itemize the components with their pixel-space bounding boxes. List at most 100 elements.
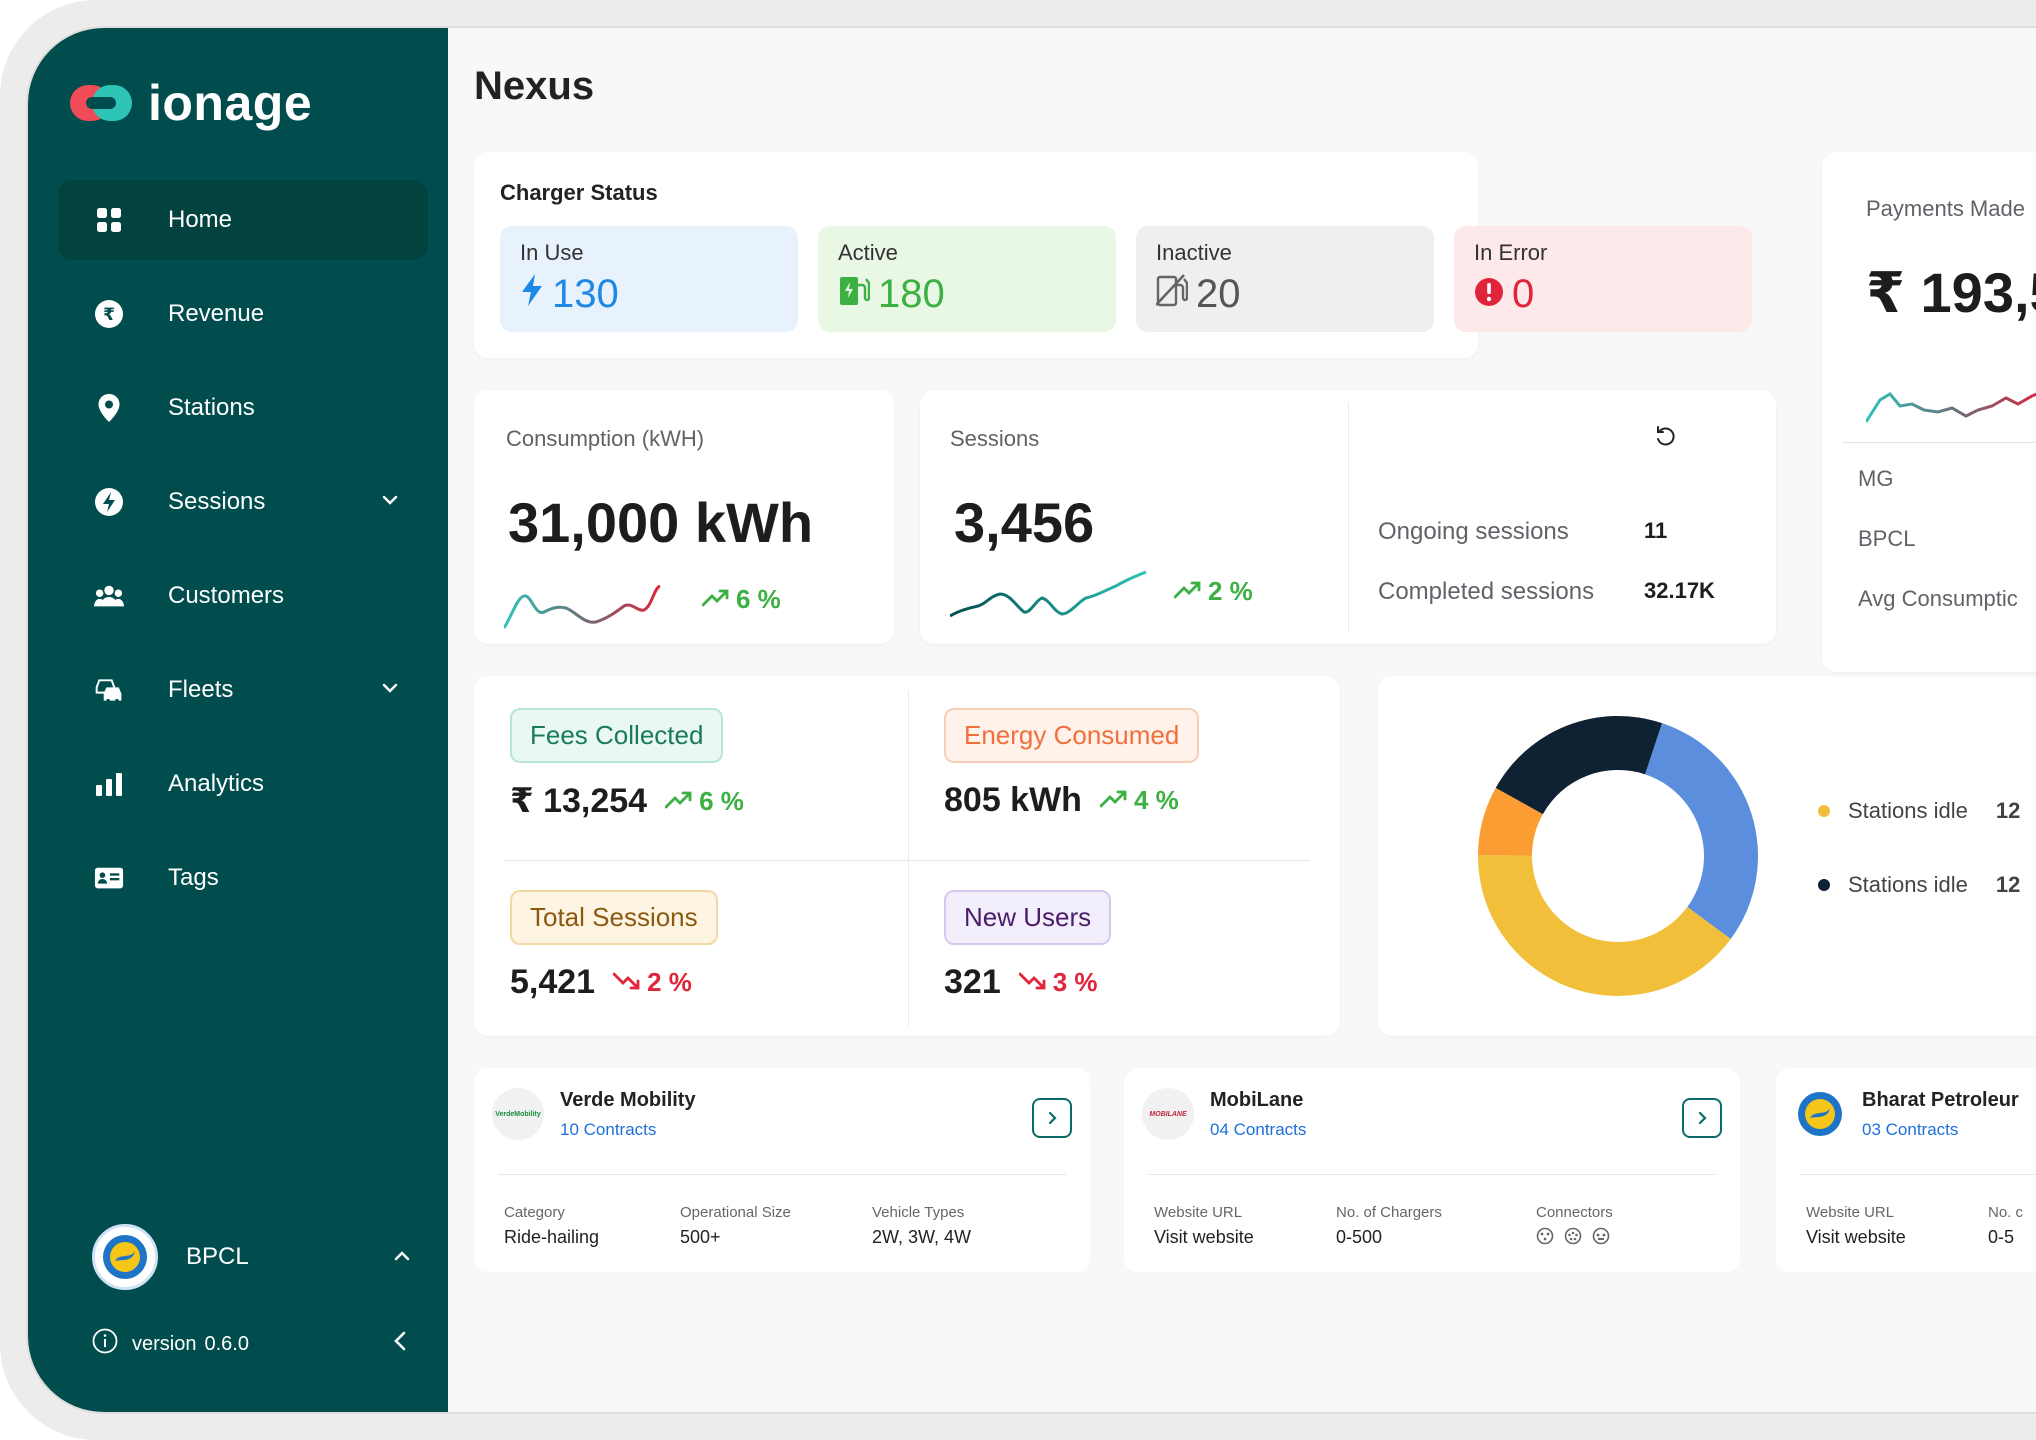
company-name: Verde Mobility [560, 1088, 696, 1111]
field-value: 0-5 [1988, 1227, 2015, 1247]
status-tile-inactive[interactable]: Inactive 20 [1136, 226, 1434, 332]
tile-value: 20 [1196, 272, 1241, 316]
legend-dot [1818, 879, 1830, 891]
connector-icons [1536, 1227, 1613, 1245]
tile-label: In Use [520, 240, 584, 265]
company-card-bharat-petroleum[interactable]: Bharat Petroleur 03 Contracts Website UR… [1776, 1068, 2036, 1272]
sidebar-item-home[interactable]: Home [58, 180, 428, 260]
card-title: Charger Status [500, 180, 658, 205]
trend-up-icon [1099, 785, 1128, 816]
kpi-label: Total Sessions [510, 890, 718, 945]
collapse-sidebar-icon[interactable] [390, 1330, 412, 1352]
sidebar-item-stations[interactable]: Stations [58, 368, 428, 448]
field-label: Operational Size [680, 1204, 791, 1221]
sidebar-item-label: Customers [168, 582, 285, 609]
payments-sparkline [1866, 392, 2036, 423]
field-label: No. c [1988, 1204, 2024, 1221]
website-link[interactable]: Visit website [1154, 1227, 1254, 1248]
grid-icon [94, 205, 124, 235]
chevron-down-icon[interactable] [380, 678, 400, 698]
main-content: Nexus Charger Status In Use 130 Active 1… [448, 28, 2036, 1412]
status-tile-in-error[interactable]: In Error 0 [1454, 226, 1752, 332]
kpi-trend: 2 % [612, 967, 692, 998]
kpi-fees-collected[interactable]: Fees Collected ₹ 13,254 6 % [510, 708, 744, 821]
ongoing-sessions-value: 11 [1644, 518, 1668, 543]
kpi-label: Energy Consumed [944, 708, 1200, 763]
card-title: Consumption (kWH) [506, 426, 705, 451]
kpi-trend: 6 % [664, 786, 744, 817]
kpi-energy-consumed[interactable]: Energy Consumed 805 kWh 4 % [944, 708, 1200, 820]
ongoing-sessions-label: Ongoing sessions [1378, 518, 1569, 545]
open-company-button[interactable] [1032, 1098, 1072, 1138]
kpi-value: ₹ 13,254 [510, 782, 648, 820]
sidebar-item-sessions[interactable]: Sessions [58, 462, 428, 542]
company-card-verde-mobility[interactable]: VerdeMobility Verde Mobility 10 Contract… [474, 1068, 1090, 1272]
donut-slice[interactable] [1645, 723, 1758, 939]
charger-status-card: Charger Status In Use 130 Active 180 Ina… [474, 152, 1494, 358]
payments-value: ₹ 193,5 [1866, 261, 2036, 324]
consumption-card: Consumption (kWH) 31,000 kWh 6 % [474, 390, 894, 644]
field-label: Category [504, 1204, 565, 1221]
sidebar-item-analytics[interactable]: Analytics [58, 744, 428, 824]
company-contracts-link[interactable]: 03 Contracts [1862, 1120, 2019, 1140]
station-status-card: Stations idle 12 Stations idle 12 [1378, 676, 2036, 1036]
trend-up-icon [701, 584, 730, 615]
ionage-logo-icon [68, 79, 134, 127]
field-value: 500+ [680, 1227, 721, 1247]
kpi-grid-card: Fees Collected ₹ 13,254 6 % Energy Consu… [474, 676, 1340, 1036]
cars-icon [94, 675, 124, 705]
sidebar-item-tags[interactable]: Tags [58, 838, 428, 918]
status-tile-in-use[interactable]: In Use 130 [500, 226, 798, 332]
tile-value: 130 [552, 272, 619, 316]
bolt-circle-icon [94, 487, 124, 517]
field-value: 0-500 [1336, 1227, 1383, 1247]
company-logo [1794, 1088, 1846, 1140]
company-logo: MOBILANE [1142, 1088, 1194, 1140]
company-card-mobilane[interactable]: MOBILANE MobiLane 04 Contracts Website U… [1124, 1068, 1740, 1272]
tile-label: Inactive [1156, 240, 1232, 265]
trend-up-icon [664, 786, 693, 817]
svg-text:₹: ₹ [103, 305, 115, 325]
sidebar-item-revenue[interactable]: ₹ Revenue [58, 274, 428, 354]
sidebar-item-label: Stations [168, 394, 255, 421]
field-label: Vehicle Types [872, 1204, 965, 1221]
chevron-down-icon[interactable] [380, 490, 400, 510]
tile-value: 0 [1512, 272, 1535, 316]
website-link[interactable]: Visit website [1806, 1227, 1906, 1248]
tile-label: Active [838, 240, 898, 265]
status-tile-active[interactable]: Active 180 [818, 226, 1116, 332]
payments-row: MG [1858, 466, 1894, 491]
company-contracts-link[interactable]: 10 Contracts [560, 1120, 696, 1140]
open-company-button[interactable] [1682, 1098, 1722, 1138]
consumption-trend: 6 % [701, 584, 781, 615]
donut-slice[interactable] [1478, 855, 1731, 996]
trend-up-icon [1173, 576, 1202, 607]
avatar [92, 1224, 158, 1290]
kpi-value: 321 [944, 963, 1001, 1001]
station-status-donut-chart [1478, 716, 1758, 996]
completed-sessions-label: Completed sessions [1378, 578, 1595, 605]
chevron-up-icon[interactable] [392, 1246, 412, 1266]
donut-legend: Stations idle 12 Stations idle 12 [1818, 798, 2020, 898]
company-contracts-link[interactable]: 04 Contracts [1210, 1120, 1306, 1140]
field-label: Website URL [1806, 1204, 1895, 1221]
location-pin-icon [94, 393, 124, 423]
brand-name: ionage [148, 75, 313, 131]
kpi-new-users[interactable]: New Users 321 3 % [944, 890, 1112, 1002]
connector-type-icon [1536, 1227, 1554, 1245]
company-logo: VerdeMobility [492, 1088, 544, 1140]
sidebar-item-customers[interactable]: Customers [58, 556, 428, 636]
sidebar-item-label: Fleets [168, 676, 234, 703]
kpi-total-sessions[interactable]: Total Sessions 5,421 2 % [510, 890, 718, 1002]
donut-slice[interactable] [1495, 716, 1663, 815]
sidebar-item-fleets[interactable]: Fleets [58, 650, 428, 730]
user-profile[interactable]: BPCL [92, 1224, 412, 1290]
field-value: 2W, 3W, 4W [872, 1227, 972, 1247]
kpi-trend: 4 % [1099, 785, 1179, 816]
rupee-icon: ₹ [94, 299, 124, 329]
error-icon [1474, 272, 1504, 317]
brand-logo[interactable]: ionage [68, 74, 312, 132]
bar-chart-icon [94, 769, 124, 799]
users-icon [94, 581, 124, 611]
refresh-icon[interactable] [1654, 424, 1678, 453]
